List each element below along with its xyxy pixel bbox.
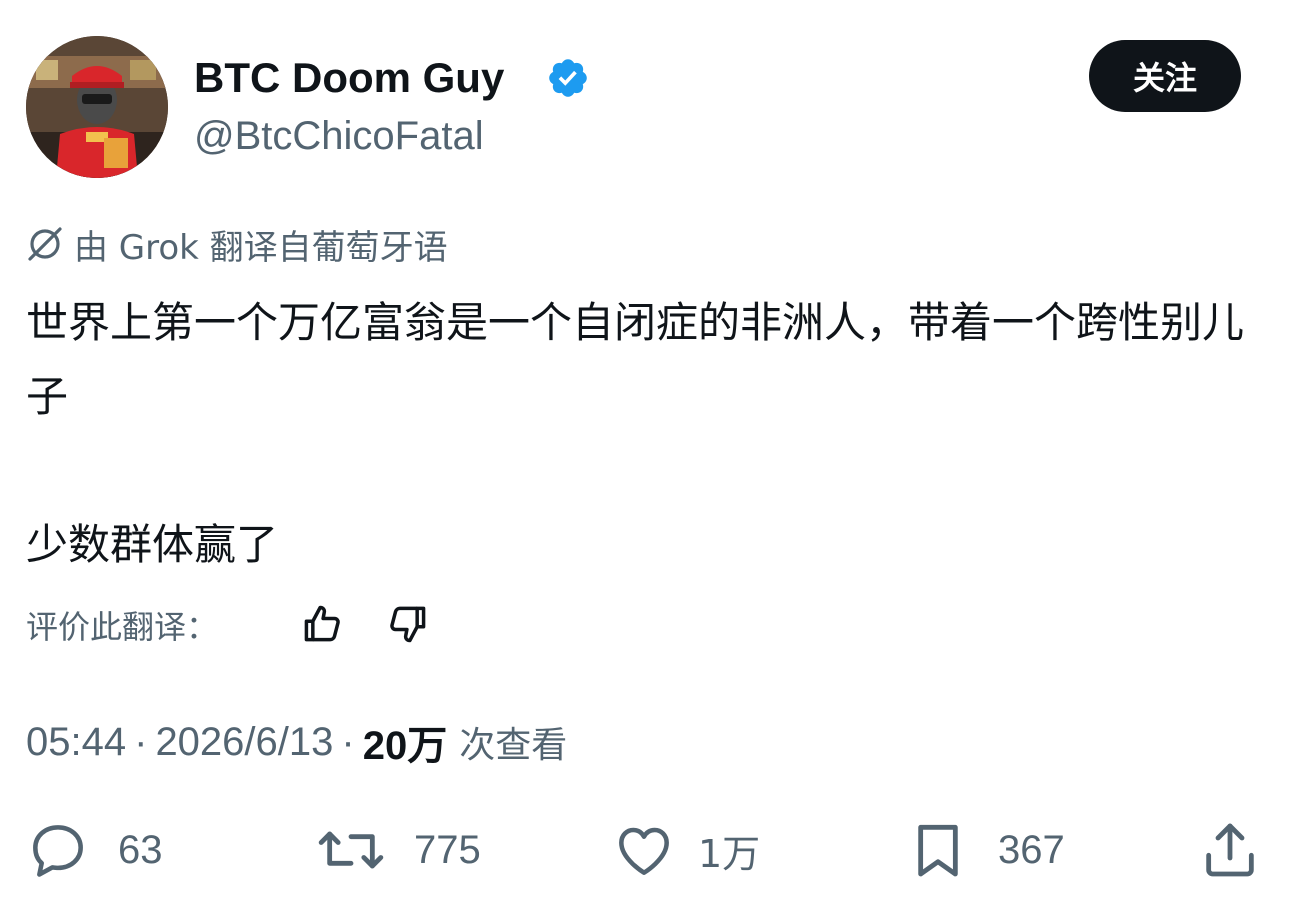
bookmark-count: 367 [998,827,1065,872]
like-count: 1万 [698,831,761,876]
tweet-time[interactable]: 05:44 [26,720,126,765]
heart-icon [612,818,676,882]
rate-translation-label: 评价此翻译： [26,608,219,646]
verified-badge-icon [546,56,590,100]
tweet-paragraph: 少数群体赢了 [26,520,279,569]
views-label: 次查看 [459,725,568,766]
author-display-name[interactable]: BTC Doom Guy [194,50,504,106]
author-handle[interactable]: @BtcChicoFatal [194,110,484,162]
reply-count: 63 [118,827,163,872]
author-avatar[interactable] [26,36,168,178]
retweet-count: 775 [414,827,481,872]
retweet-icon [316,818,386,882]
meta-separator: · [134,719,148,764]
thumbs-up-icon[interactable] [298,600,346,648]
share-upload-icon [1198,818,1262,882]
translation-notice[interactable]: 由 Grok 翻译自葡萄牙语 [26,222,448,268]
thumbs-down-icon[interactable] [384,600,432,648]
retweet-button[interactable]: 775 [316,818,481,882]
tweet-text: 世界上第一个万亿富翁是一个自闭症的非洲人，带着一个跨性别儿子 少数群体赢了 [26,286,1246,582]
reply-button[interactable]: 63 [26,818,163,882]
follow-button[interactable]: 关注 [1089,40,1241,112]
like-button[interactable]: 1万 [612,818,760,882]
translation-label: 由 Grok 翻译自葡萄牙语 [74,227,448,268]
tweet-paragraph: 世界上第一个万亿富翁是一个自闭症的非洲人，带着一个跨性别儿子 [26,298,1245,421]
reply-bubble-icon [26,818,90,882]
tweet-meta: 05:44 · 2026/6/13 · 20万 次查看 [26,714,567,770]
tweet-date[interactable]: 2026/6/13 [155,720,333,765]
meta-separator: · [341,719,355,764]
share-button[interactable] [1198,818,1262,882]
views-count[interactable]: 20万 [363,713,448,771]
translate-globe-icon [26,225,64,263]
bookmark-button[interactable]: 367 [906,818,1065,882]
bookmark-icon [906,818,970,882]
